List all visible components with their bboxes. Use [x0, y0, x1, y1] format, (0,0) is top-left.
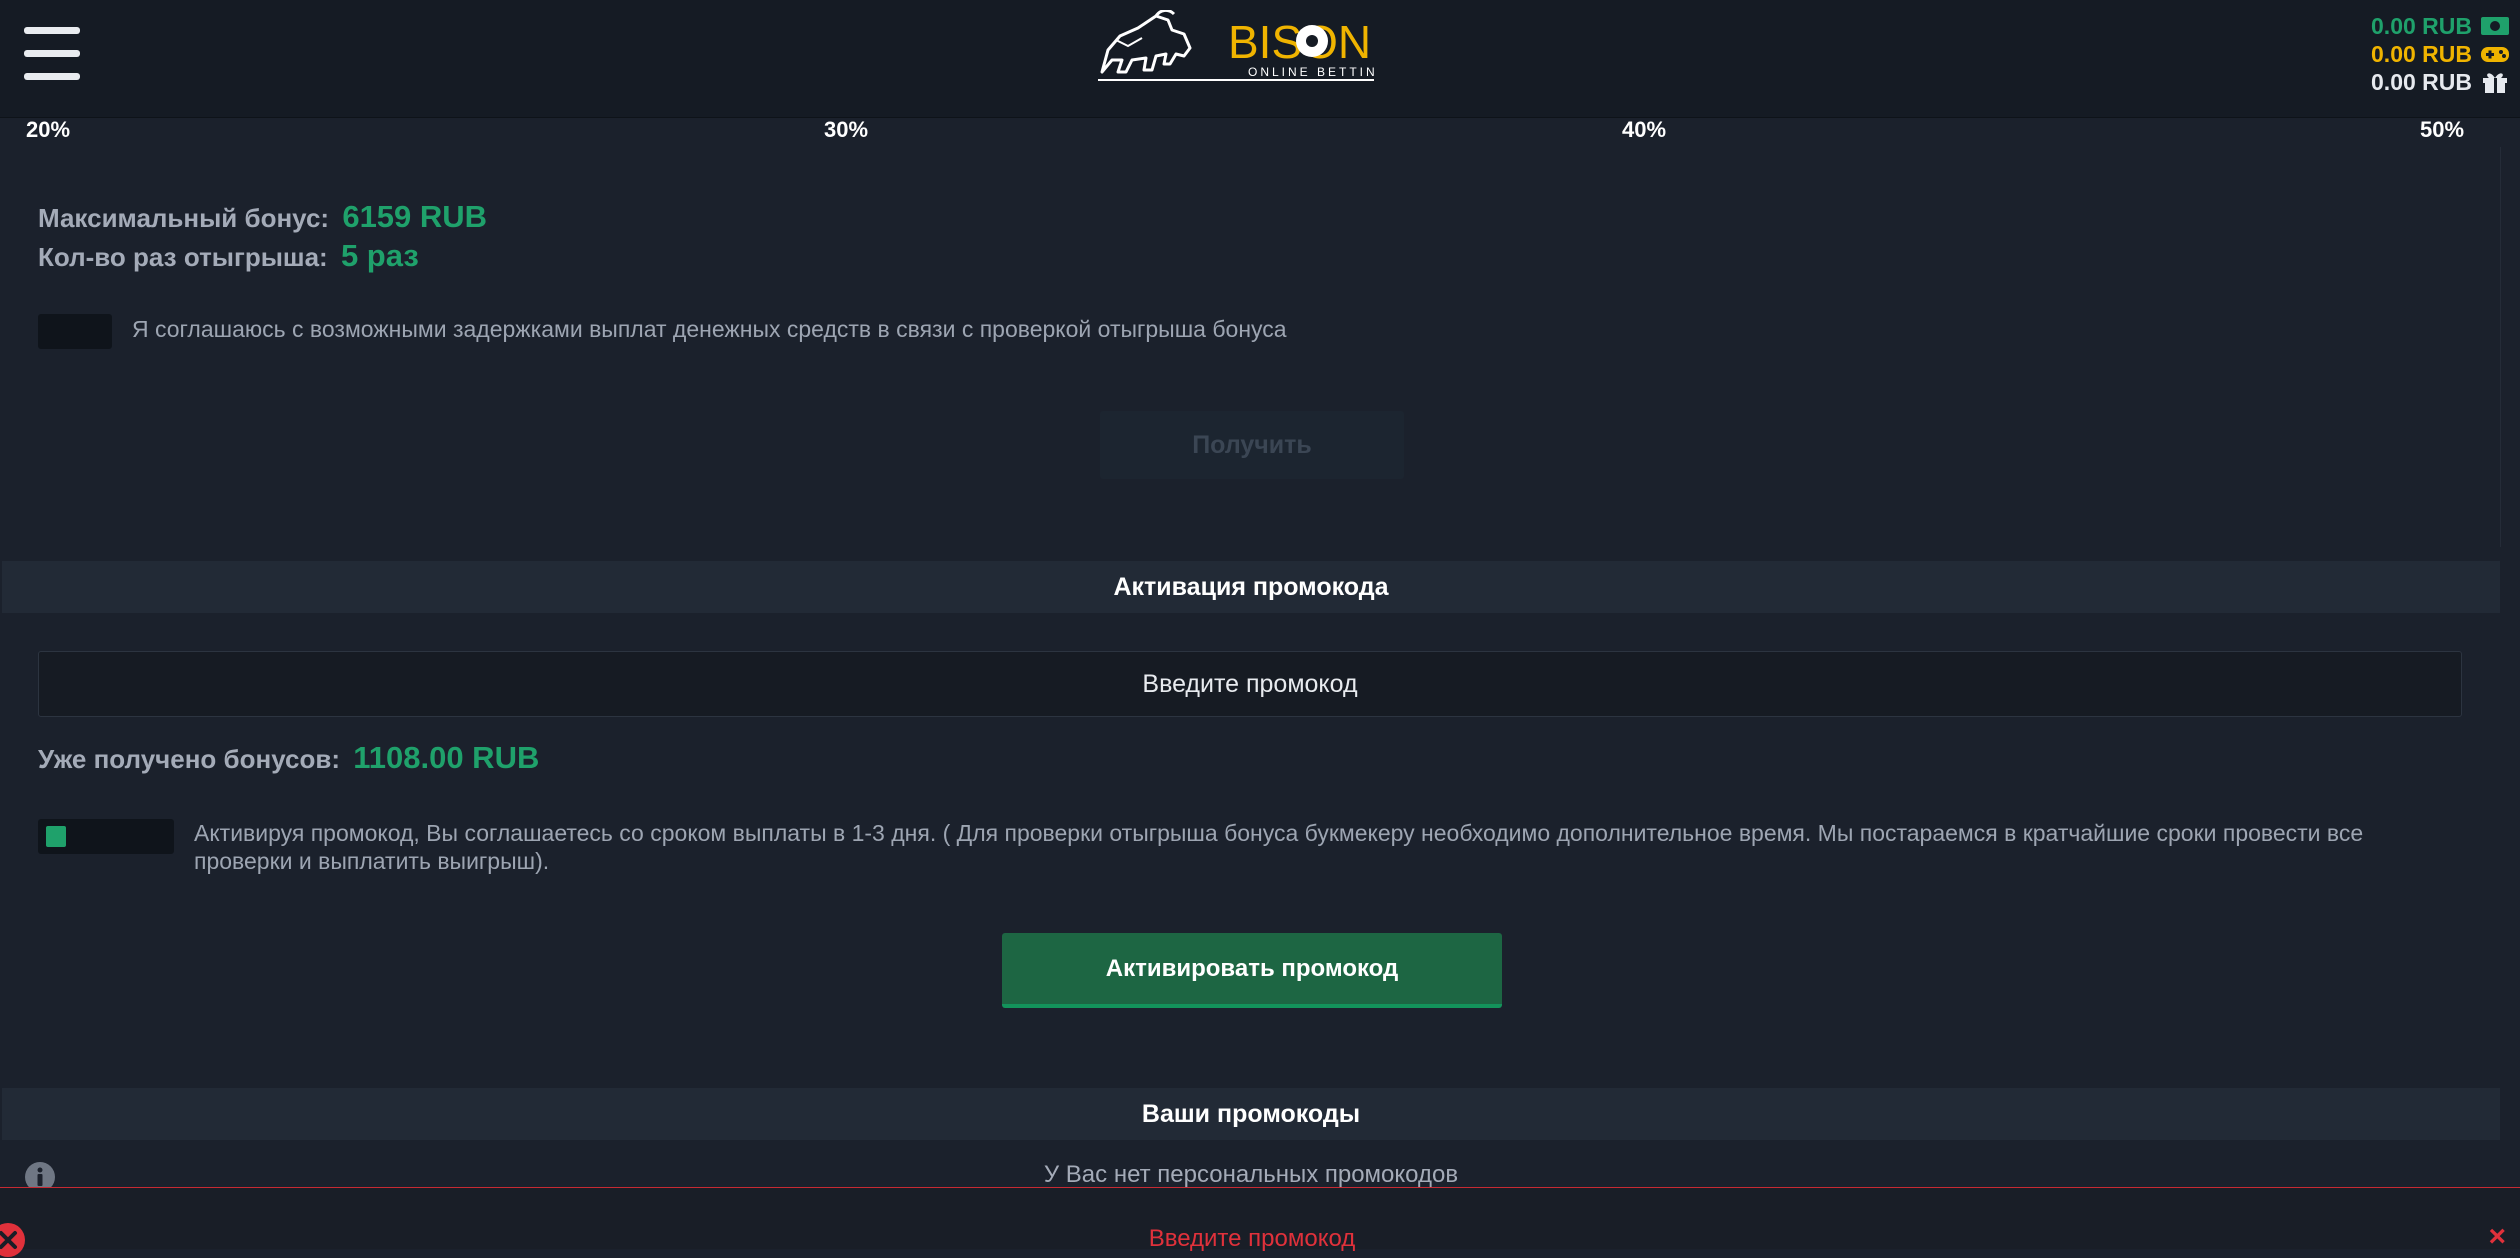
agree-delay-toggle[interactable]	[38, 314, 112, 349]
my-codes-section-title: Ваши промокоды	[2, 1088, 2500, 1140]
error-toast: Введите промокод ×	[0, 1187, 2520, 1257]
max-bonus-value: 6159 RUB	[342, 199, 488, 234]
bonus-percent-scale: 20% 30% 40% 50%	[0, 117, 2498, 147]
gift-icon	[2483, 73, 2507, 93]
bison-logo-image: BISON ONLINE BETTING	[1098, 8, 1387, 81]
scale-tick: 30%	[824, 117, 869, 142]
toast-message: Введите промокод	[1148, 1225, 1356, 1252]
received-bonus-line: Уже получено бонусов: 1108.00 RUB	[38, 740, 539, 776]
promo-card: Уже получено бонусов: 1108.00 RUB Активи…	[2, 614, 2500, 1072]
bonus-balance-value: 0.00 RUB	[2371, 69, 2472, 95]
game-balance-value: 0.00 RUB	[2371, 41, 2472, 67]
toast-close-icon[interactable]: ×	[2488, 1220, 2506, 1254]
activate-promo-button[interactable]: Активировать промокод	[1002, 933, 1502, 1008]
game-balance[interactable]: 0.00 RUB	[2290, 40, 2510, 68]
wager-count-line: Кол-во раз отыгрыша: 5 раз	[38, 238, 419, 274]
scale-tick: 40%	[1622, 117, 1667, 142]
logo-tagline: ONLINE BETTING	[1248, 65, 1374, 79]
promo-code-input[interactable]	[38, 651, 2462, 717]
no-codes-text: У Вас нет персональных промокодов	[1043, 1161, 1459, 1188]
scale-tick: 50%	[2420, 117, 2465, 142]
promo-terms-toggle[interactable]	[38, 819, 174, 854]
wager-count-value: 5 раз	[340, 238, 419, 273]
scale-tick: 20%	[26, 117, 71, 142]
get-bonus-button[interactable]: Получить	[1100, 411, 1404, 479]
money-icon	[2481, 17, 2509, 35]
real-balance[interactable]: 0.00 RUB	[2290, 12, 2510, 40]
promo-section-title: Активация промокода	[2, 561, 2500, 613]
received-bonus-label: Уже получено бонусов:	[38, 744, 340, 774]
wager-count-label: Кол-во раз отыгрыша:	[38, 242, 328, 272]
max-bonus-line: Максимальный бонус: 6159 RUB	[38, 199, 487, 235]
my-codes-body: У Вас нет персональных промокодов	[2, 1141, 2500, 1192]
agree-delay-text: Я соглашаюсь с возможными задержками вып…	[132, 316, 1287, 342]
real-balance-value: 0.00 RUB	[2371, 13, 2472, 39]
top-bar: BISON ONLINE BETTING 0.00 RUB 0.00 RUB	[0, 0, 2520, 118]
promo-terms-text: Активируя промокод, Вы соглашаетесь со с…	[194, 820, 2364, 874]
received-bonus-value: 1108.00 RUB	[353, 740, 540, 775]
gamepad-icon	[2481, 47, 2509, 62]
balance-panel[interactable]: 0.00 RUB 0.00 RUB 0.00 RUB	[2290, 12, 2510, 96]
bonus-balance[interactable]: 0.00 RUB	[2290, 68, 2510, 96]
site-logo[interactable]: BISON ONLINE BETTING	[1098, 8, 1387, 86]
hamburger-menu-icon[interactable]	[24, 27, 80, 81]
toggle-knob	[46, 826, 66, 847]
bonus-card: Максимальный бонус: 6159 RUB Кол-во раз …	[2, 147, 2501, 547]
max-bonus-label: Максимальный бонус:	[38, 203, 330, 233]
